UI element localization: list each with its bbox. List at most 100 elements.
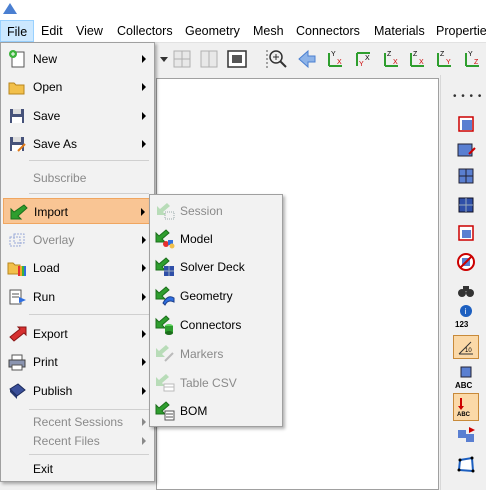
menu-mesh[interactable]: Mesh — [253, 20, 284, 42]
menu-item-open[interactable]: Open — [3, 74, 152, 100]
import-item-table-csv[interactable]: Table CSV — [152, 369, 280, 397]
menu-item-recent-files[interactable]: Recent Files — [3, 431, 152, 451]
menu-item-import[interactable]: Import — [3, 198, 152, 224]
previous-view-icon[interactable] — [295, 47, 319, 71]
view-axis-zx2-icon[interactable]: ZX — [405, 47, 429, 71]
menu-item-exit[interactable]: Exit — [3, 458, 152, 480]
view-axis-yx-icon[interactable]: YX — [351, 47, 375, 71]
grid-view-icon[interactable] — [170, 47, 194, 71]
menu-edit[interactable]: Edit — [41, 20, 63, 42]
run-icon — [7, 287, 27, 307]
menu-item-load[interactable]: Load — [3, 255, 152, 281]
grid-small-icon[interactable] — [453, 365, 479, 381]
menu-bar: File Edit View Collectors Geometry Mesh … — [0, 20, 486, 43]
import-item-geometry[interactable]: Geometry — [152, 282, 280, 310]
toolbar-grip-icon: • • • • — [453, 91, 483, 102]
mask-icon[interactable] — [453, 112, 479, 136]
submenu-arrow-icon — [142, 140, 146, 148]
new-file-icon — [7, 49, 27, 69]
connectors-icon — [154, 315, 176, 335]
menu-item-save-as[interactable]: Save As — [3, 131, 152, 157]
angle-value: 10 — [465, 348, 472, 354]
menu-properties[interactable]: Propertie — [436, 20, 486, 42]
submenu-arrow-icon — [142, 264, 146, 272]
svg-text:Z: Z — [387, 51, 392, 58]
import-item-bom[interactable]: BOM — [152, 397, 280, 425]
view-axis-zy-icon[interactable]: ZY — [432, 47, 456, 71]
menu-view[interactable]: View — [76, 20, 103, 42]
publish-book-icon — [7, 381, 27, 401]
printer-icon — [7, 352, 27, 372]
right-toolbar: • • • • i 123 10 ABC ABC — [440, 75, 486, 490]
svg-text:X: X — [337, 59, 342, 66]
menu-item-publish[interactable]: Publish — [3, 378, 152, 404]
submenu-arrow-icon — [142, 387, 146, 395]
menu-connectors[interactable]: Connectors — [296, 20, 360, 42]
angle-measure-icon[interactable]: 10 — [453, 335, 479, 359]
session-icon — [154, 201, 176, 221]
menu-separator — [29, 193, 149, 194]
model-icon — [154, 229, 176, 249]
menu-item-save[interactable]: Save — [3, 103, 152, 129]
geometry-icon — [154, 286, 176, 306]
shaded-mesh-icon[interactable] — [453, 193, 479, 217]
abc-label-2: ABC — [457, 412, 471, 418]
svg-text:i: i — [465, 307, 467, 316]
submenu-arrow-icon — [142, 83, 146, 91]
element-color-icon[interactable] — [453, 221, 479, 245]
submenu-arrow-icon — [142, 293, 146, 301]
svg-text:Z: Z — [413, 51, 418, 58]
submenu-arrow-icon — [141, 208, 145, 216]
submenu-arrow-icon — [142, 330, 146, 338]
mesh-display-icon[interactable] — [453, 164, 479, 188]
single-view-icon[interactable] — [225, 47, 249, 71]
svg-text:X: X — [393, 59, 398, 66]
import-item-model[interactable]: Model — [152, 225, 280, 253]
no-display-icon[interactable] — [453, 250, 479, 274]
label-toggle-icon[interactable]: ABC — [453, 393, 479, 421]
menu-separator — [29, 409, 149, 410]
split-view-icon[interactable] — [197, 47, 221, 71]
menu-geometry[interactable]: Geometry — [185, 20, 240, 42]
svg-text:X: X — [365, 55, 370, 62]
numbering-label: 123 — [455, 320, 469, 329]
abc-label-1: ABC — [455, 381, 473, 390]
svg-text:Z: Z — [474, 59, 479, 66]
swap-icon[interactable] — [453, 423, 479, 447]
menu-separator — [29, 160, 149, 161]
open-folder-icon — [7, 77, 27, 97]
svg-text:X: X — [419, 59, 424, 66]
menu-item-print[interactable]: Print — [3, 349, 152, 375]
svg-text:Y: Y — [468, 51, 473, 58]
import-item-markers[interactable]: Markers — [152, 340, 280, 368]
import-item-connectors[interactable]: Connectors — [152, 311, 280, 339]
menu-item-subscribe[interactable]: Subscribe — [3, 165, 152, 191]
submenu-arrow-icon — [142, 358, 146, 366]
menu-item-overlay[interactable]: Overlay — [3, 227, 152, 253]
menu-item-export[interactable]: Export — [3, 321, 152, 347]
bom-icon — [154, 401, 176, 421]
title-bar — [0, 0, 486, 20]
view-axis-yz-icon[interactable]: YZ — [460, 47, 484, 71]
quad-select-icon[interactable] — [453, 453, 479, 477]
menu-file[interactable]: File — [0, 20, 34, 42]
menu-separator — [29, 314, 149, 315]
menu-item-recent-sessions[interactable]: Recent Sessions — [3, 412, 152, 432]
view-axis-zx-icon[interactable]: ZX — [379, 47, 403, 71]
submenu-arrow-icon — [142, 418, 146, 426]
submenu-arrow-icon — [142, 437, 146, 445]
load-folder-icon — [7, 258, 27, 278]
mesh-edit-icon[interactable] — [453, 138, 479, 162]
file-menu-dropdown: New Open Save Save As Subscribe Import O… — [0, 42, 155, 482]
menu-item-new[interactable]: New — [3, 46, 152, 72]
import-submenu: Session Model Solver Deck Geometry Conne… — [149, 194, 283, 427]
info-icon[interactable]: i — [453, 303, 479, 319]
menu-collectors[interactable]: Collectors — [117, 20, 173, 42]
import-item-solver-deck[interactable]: Solver Deck — [152, 253, 280, 281]
svg-text:Y: Y — [359, 61, 364, 68]
menu-item-run[interactable]: Run — [3, 284, 152, 310]
import-item-session[interactable]: Session — [152, 197, 280, 225]
menu-materials[interactable]: Materials — [374, 20, 425, 42]
view-axis-xy-icon[interactable]: YX — [323, 47, 347, 71]
zoom-icon[interactable] — [266, 47, 290, 71]
